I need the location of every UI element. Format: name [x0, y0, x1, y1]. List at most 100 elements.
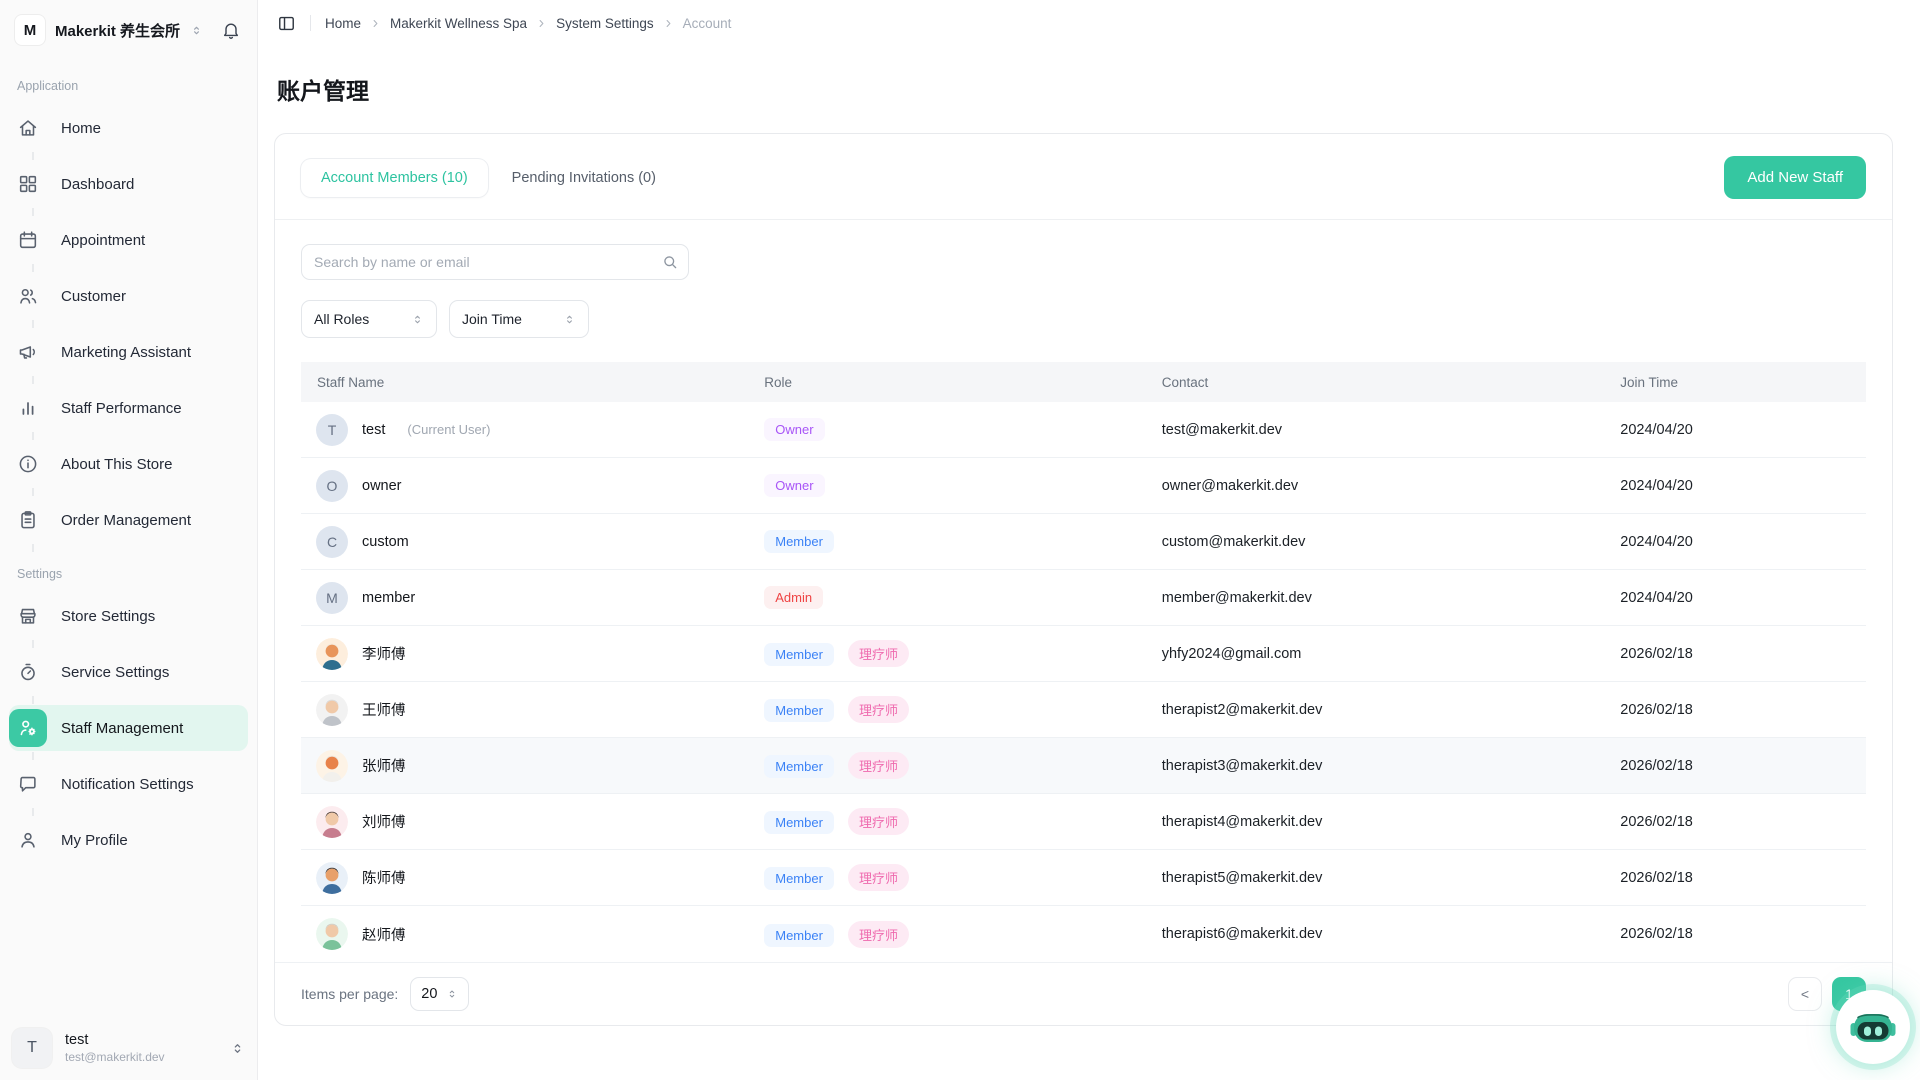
table-row[interactable]: C custom Member custom@makerkit.dev 2024…	[301, 514, 1866, 570]
staff-name: custom	[362, 534, 409, 550]
search-input[interactable]	[301, 244, 689, 280]
chevron-right-icon	[536, 18, 547, 29]
staff-name: 赵师傅	[362, 924, 406, 945]
user-avatar: T	[12, 1028, 52, 1068]
sidebar-item-about-this-store[interactable]: About This Store	[9, 441, 248, 487]
sidebar-item-store-settings[interactable]: Store Settings	[9, 593, 248, 639]
contact-email: custom@makerkit.dev	[1162, 534, 1621, 550]
sidebar-item-dashboard[interactable]: Dashboard	[9, 161, 248, 207]
avatar	[316, 918, 348, 950]
chevrons-up-down-icon	[446, 988, 458, 1000]
role-badge: Member	[764, 755, 834, 778]
therapist-badge: 理疗师	[848, 808, 909, 835]
tab-account-members[interactable]: Account Members (10)	[301, 159, 488, 197]
sidebar-item-label: Store Settings	[61, 608, 155, 625]
brand-logo: M	[15, 15, 45, 45]
sidebar-item-customer[interactable]: Customer	[9, 273, 248, 319]
therapist-badge: 理疗师	[848, 864, 909, 891]
robot-icon	[1849, 1003, 1897, 1051]
sort-filter-select[interactable]: Join Time	[449, 300, 589, 338]
join-date: 2026/02/18	[1620, 646, 1866, 662]
staff-name: 陈师傅	[362, 867, 406, 888]
sidebar-item-notification-settings[interactable]: Notification Settings	[9, 761, 248, 807]
staff-name: test	[362, 422, 385, 438]
role-badge: Member	[764, 699, 834, 722]
avatar	[316, 862, 348, 894]
col-role: Role	[764, 375, 1162, 390]
contact-email: test@makerkit.dev	[1162, 422, 1621, 438]
avatar: O	[316, 470, 348, 502]
role-badge: Member	[764, 924, 834, 947]
sidebar-item-my-profile[interactable]: My Profile	[9, 817, 248, 863]
search-wrap	[301, 244, 689, 280]
main-content: Home Makerkit Wellness Spa System Settin…	[258, 0, 1920, 1080]
table-row[interactable]: 刘师傅 Member 理疗师 therapist4@makerkit.dev 2…	[301, 794, 1866, 850]
staff-name: 张师傅	[362, 755, 406, 776]
workspace-switcher[interactable]: M Makerkit 养生会所	[0, 0, 257, 45]
items-per-page-label: Items per page:	[301, 986, 398, 1002]
table-row[interactable]: 张师傅 Member 理疗师 therapist3@makerkit.dev 2…	[301, 738, 1866, 794]
sidebar-item-label: Service Settings	[61, 664, 169, 681]
sidebar-item-home[interactable]: Home	[9, 105, 248, 151]
bell-icon[interactable]	[221, 20, 241, 40]
nav-section-application: Application Home Dashboard Appointment	[9, 79, 248, 543]
search-icon[interactable]	[661, 253, 679, 271]
staff-name: member	[362, 590, 415, 606]
avatar	[316, 638, 348, 670]
contact-email: owner@makerkit.dev	[1162, 478, 1621, 494]
sidebar-item-label: Dashboard	[61, 176, 134, 193]
table-row[interactable]: M member Admin member@makerkit.dev 2024/…	[301, 570, 1866, 626]
sidebar-item-service-settings[interactable]: Service Settings	[9, 649, 248, 695]
sidebar-item-marketing-assistant[interactable]: Marketing Assistant	[9, 329, 248, 375]
breadcrumb-system-settings[interactable]: System Settings	[556, 16, 654, 31]
role-badge: Owner	[764, 474, 824, 497]
prev-page-button[interactable]: <	[1788, 977, 1822, 1011]
table-row[interactable]: O owner Owner owner@makerkit.dev 2024/04…	[301, 458, 1866, 514]
join-date: 2026/02/18	[1620, 702, 1866, 718]
user-menu[interactable]: T test test@makerkit.dev	[12, 1028, 245, 1068]
breadcrumb-workspace[interactable]: Makerkit Wellness Spa	[390, 16, 527, 31]
table-row[interactable]: 李师傅 Member 理疗师 yhfy2024@gmail.com 2026/0…	[301, 626, 1866, 682]
role-badge: Member	[764, 643, 834, 666]
table-row[interactable]: 王师傅 Member 理疗师 therapist2@makerkit.dev 2…	[301, 682, 1866, 738]
sidebar-item-label: Notification Settings	[61, 776, 194, 793]
message-icon	[9, 765, 47, 803]
breadcrumb-home[interactable]: Home	[325, 16, 361, 31]
contact-email: therapist6@makerkit.dev	[1162, 926, 1621, 942]
col-join-time: Join Time	[1620, 375, 1866, 390]
sidebar-item-order-management[interactable]: Order Management	[9, 497, 248, 543]
chat-widget-button[interactable]	[1836, 990, 1910, 1064]
sidebar: M Makerkit 养生会所 Application Home Dashboa…	[0, 0, 258, 1080]
chevron-right-icon	[370, 18, 381, 29]
store-icon	[9, 597, 47, 635]
staff-name: 刘师傅	[362, 811, 406, 832]
contact-email: therapist2@makerkit.dev	[1162, 702, 1621, 718]
table-row[interactable]: 陈师傅 Member 理疗师 therapist5@makerkit.dev 2…	[301, 850, 1866, 906]
breadcrumb-current: Account	[683, 16, 732, 31]
chevrons-up-down-icon	[411, 313, 424, 326]
divider	[310, 15, 311, 31]
avatar: M	[316, 582, 348, 614]
col-contact: Contact	[1162, 375, 1621, 390]
section-label: Settings	[17, 567, 248, 581]
join-date: 2026/02/18	[1620, 758, 1866, 774]
roles-filter-value: All Roles	[314, 311, 369, 327]
roles-filter-select[interactable]: All Roles	[301, 300, 437, 338]
info-icon	[9, 445, 47, 483]
table-row[interactable]: 赵师傅 Member 理疗师 therapist6@makerkit.dev 2…	[301, 906, 1866, 962]
sidebar-item-appointment[interactable]: Appointment	[9, 217, 248, 263]
table-row[interactable]: T test (Current User) Owner test@makerki…	[301, 402, 1866, 458]
user-icon	[9, 821, 47, 859]
calendar-icon	[9, 221, 47, 259]
items-per-page-select[interactable]: 20	[410, 977, 469, 1011]
card-header: Account Members (10) Pending Invitations…	[275, 134, 1892, 219]
sidebar-item-staff-performance[interactable]: Staff Performance	[9, 385, 248, 431]
clipboard-icon	[9, 501, 47, 539]
sidebar-toggle-icon[interactable]	[277, 14, 296, 33]
dashboard-icon	[9, 165, 47, 203]
sidebar-item-staff-management[interactable]: Staff Management	[9, 705, 248, 751]
add-new-staff-button[interactable]: Add New Staff	[1724, 156, 1866, 199]
role-badge: Member	[764, 867, 834, 890]
breadcrumb: Home Makerkit Wellness Spa System Settin…	[325, 16, 731, 31]
tab-pending-invitations[interactable]: Pending Invitations (0)	[492, 159, 676, 197]
